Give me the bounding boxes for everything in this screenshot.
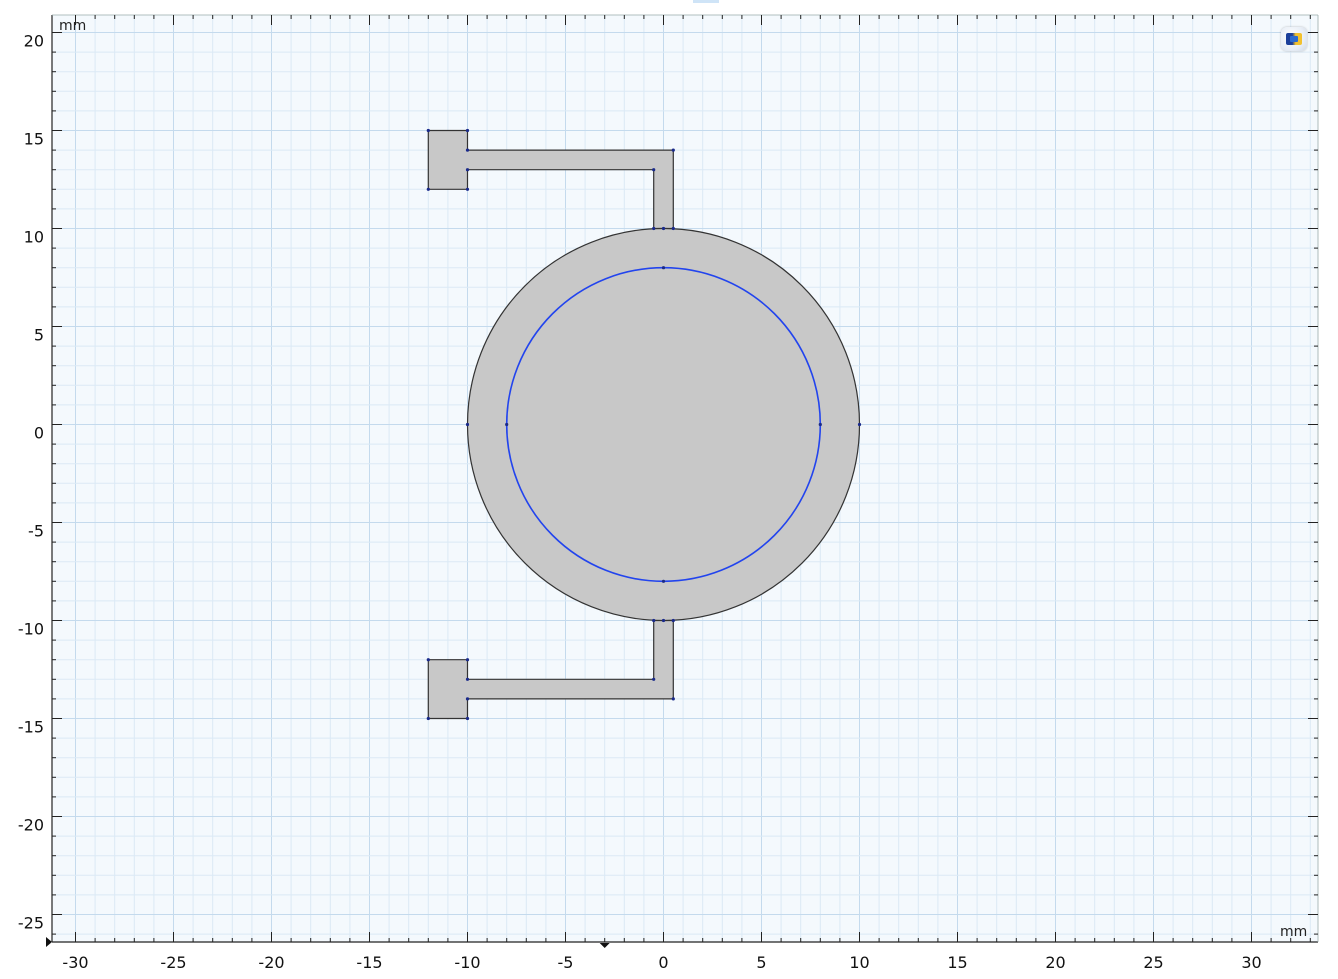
outer-circle <box>466 227 861 622</box>
vertex-point <box>465 658 470 662</box>
x-tick-label: 30 <box>1241 953 1261 972</box>
vertex-point <box>661 618 666 623</box>
x-tick-label: -10 <box>454 953 480 972</box>
vertex-point <box>426 716 430 721</box>
vertex-point <box>426 658 430 662</box>
x-tick-label: 5 <box>756 953 766 972</box>
x-unit-label: mm <box>1280 924 1307 940</box>
x-tick-label: 0 <box>658 953 668 972</box>
vertex-point <box>661 266 666 270</box>
y-unit-label: mm <box>59 18 86 34</box>
comsol-logo-icon[interactable] <box>1281 27 1307 51</box>
vertex-point <box>652 168 656 172</box>
vertex-point <box>465 422 470 427</box>
y-axis: 20 15 10 5 0 -5 -10 -15 -20 -25 <box>18 32 44 933</box>
vertex-point <box>426 187 430 191</box>
y-tick-label: 20 <box>24 32 44 51</box>
vertex-point <box>671 226 675 231</box>
y-tick-label: 5 <box>34 326 44 345</box>
y-tick-label: -10 <box>18 620 44 639</box>
y-tick-label: -5 <box>28 522 44 541</box>
vertex-point <box>465 677 470 681</box>
y-tick-label: 10 <box>24 228 44 247</box>
y-tick-label: 15 <box>24 130 44 149</box>
vertex-point <box>818 422 822 427</box>
x-axis: -30 -25 -20 -15 -10 -5 0 5 10 15 20 25 30 <box>62 953 1261 972</box>
logo-core <box>1290 36 1298 42</box>
x-tick-label: 10 <box>849 953 869 972</box>
vertex-point <box>465 148 470 152</box>
vertex-point <box>661 579 666 583</box>
y-tick-label: -25 <box>18 914 44 933</box>
vertex-point <box>671 148 675 152</box>
vertex-point <box>671 618 675 623</box>
x-tick-label: 15 <box>947 953 967 972</box>
vertex-point <box>465 716 470 721</box>
y-tick-label: -15 <box>18 718 44 737</box>
vertex-point <box>426 128 430 133</box>
vertex-point <box>671 697 675 701</box>
x-tick-label: 20 <box>1045 953 1065 972</box>
vertex-point <box>465 128 470 133</box>
y-tick-label: 0 <box>34 424 44 443</box>
vertex-point <box>661 226 666 231</box>
x-tick-label: -5 <box>558 953 574 972</box>
vertex-point <box>652 618 656 623</box>
vertex-point <box>652 226 656 231</box>
x-tick-label: -15 <box>356 953 382 972</box>
x-tick-label: -25 <box>160 953 186 972</box>
vertex-point <box>857 422 862 427</box>
x-tick-label: -20 <box>258 953 284 972</box>
vertex-point <box>505 422 509 427</box>
graphics-canvas[interactable]: -30 -25 -20 -15 -10 -5 0 5 10 15 20 25 30 20 15 10 5 0 -5… <box>0 0 1338 979</box>
x-tick-label: -30 <box>62 953 88 972</box>
x-tick-label: 25 <box>1143 953 1163 972</box>
vertex-point <box>465 187 470 191</box>
y-tick-label: -20 <box>18 816 44 835</box>
vertex-point <box>465 168 470 172</box>
vertex-point <box>465 697 470 701</box>
vertex-point <box>652 677 656 681</box>
